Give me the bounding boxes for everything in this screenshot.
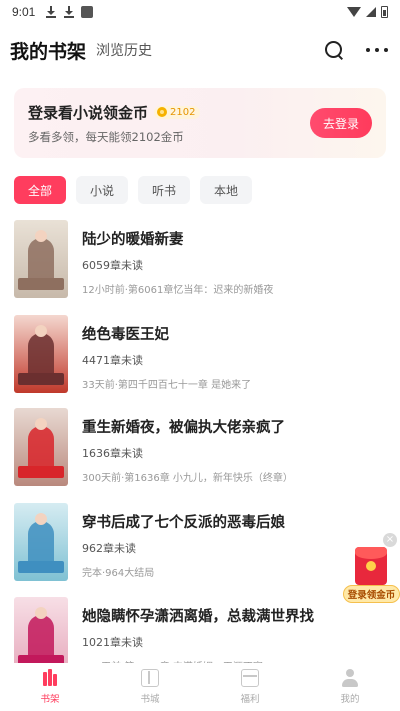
page-title: 我的书架 bbox=[10, 40, 87, 63]
search-icon[interactable] bbox=[324, 40, 344, 60]
book-latest: 12小时前·第6061章忆当年：迟来的新婚夜 bbox=[82, 285, 274, 296]
nav-label: 福利 bbox=[240, 694, 260, 705]
nav-label: 书城 bbox=[140, 694, 160, 705]
book-icon bbox=[141, 669, 159, 687]
book-latest: 完本·964大结局 bbox=[82, 568, 155, 579]
banner-title-row: 登录看小说领金币 2102 bbox=[28, 102, 310, 123]
book-unread: 6059章未读 bbox=[82, 259, 143, 272]
book-title: 穿书后成了七个反派的恶毒后娘 bbox=[82, 515, 285, 531]
user-icon bbox=[341, 669, 359, 687]
tab-audiobook[interactable]: 听书 bbox=[138, 176, 190, 204]
tab-all[interactable]: 全部 bbox=[14, 176, 66, 204]
book-unread: 1021章未读 bbox=[82, 636, 143, 649]
more-icon[interactable] bbox=[366, 40, 388, 60]
coin-icon bbox=[157, 107, 168, 117]
nav-label: 我的 bbox=[340, 694, 360, 705]
wifi-icon bbox=[347, 7, 361, 17]
header: 我的书架 浏览历史 bbox=[0, 30, 400, 70]
book-info: 重生新婚夜，被偏执大佬亲疯了 1636章未读 300天前·第1636章 小九儿，… bbox=[82, 408, 386, 488]
book-title: 绝色毒医王妃 bbox=[82, 327, 169, 343]
bottom-nav: 书架 书城 福利 我的 bbox=[0, 663, 400, 711]
nav-mine[interactable]: 我的 bbox=[300, 663, 400, 711]
status-time: 9:01 bbox=[12, 5, 36, 19]
banner-text: 登录看小说领金币 2102 多看多领，每天能领2102金币 bbox=[28, 102, 310, 145]
notification-icon bbox=[81, 6, 94, 18]
banner-subtitle: 多看多领，每天能领2102金币 bbox=[28, 129, 184, 144]
book-cover bbox=[14, 408, 68, 486]
status-right bbox=[347, 6, 388, 18]
coin-amount: 2102 bbox=[170, 106, 196, 118]
book-latest: 300天前·第1636章 小九儿，新年快乐（终章） bbox=[82, 473, 293, 484]
book-item[interactable]: 重生新婚夜，被偏执大佬亲疯了 1636章未读 300天前·第1636章 小九儿，… bbox=[14, 408, 386, 488]
login-button[interactable]: 去登录 bbox=[310, 108, 372, 138]
book-cover bbox=[14, 220, 68, 298]
nav-label: 书架 bbox=[40, 694, 60, 705]
red-packet-icon[interactable] bbox=[355, 547, 387, 585]
gift-icon bbox=[241, 669, 259, 687]
tab-novel[interactable]: 小说 bbox=[76, 176, 128, 204]
book-unread: 4471章未读 bbox=[82, 354, 143, 367]
download-icon bbox=[63, 6, 75, 18]
nav-bookshelf[interactable]: 书架 bbox=[0, 663, 100, 711]
coin-badge: 2102 bbox=[154, 105, 201, 119]
close-icon[interactable]: × bbox=[383, 533, 397, 547]
signal-icon bbox=[366, 7, 376, 17]
nav-welfare[interactable]: 福利 bbox=[200, 663, 300, 711]
status-bar: 9:01 bbox=[0, 0, 400, 24]
download-icon bbox=[45, 6, 57, 18]
book-unread: 1636章未读 bbox=[82, 447, 143, 460]
book-info: 陆少的暖婚新妻 6059章未读 12小时前·第6061章忆当年：迟来的新婚夜 bbox=[82, 220, 386, 300]
header-actions bbox=[324, 40, 388, 60]
book-item[interactable]: 绝色毒医王妃 4471章未读 33天前·第四千四百七十一章 是她来了 bbox=[14, 315, 386, 395]
book-info: 绝色毒医王妃 4471章未读 33天前·第四千四百七十一章 是她来了 bbox=[82, 315, 386, 395]
filter-tabs: 全部 小说 听书 本地 bbox=[14, 176, 252, 204]
book-title: 陆少的暖婚新妻 bbox=[82, 232, 184, 248]
book-cover bbox=[14, 503, 68, 581]
login-banner[interactable]: 登录看小说领金币 2102 多看多领，每天能领2102金币 去登录 bbox=[14, 88, 386, 158]
book-cover bbox=[14, 315, 68, 393]
login-reward-float[interactable]: × 登录领金币 bbox=[343, 533, 400, 605]
book-latest: 33天前·第四千四百七十一章 是她来了 bbox=[82, 380, 252, 391]
book-item[interactable]: 陆少的暖婚新妻 6059章未读 12小时前·第6061章忆当年：迟来的新婚夜 bbox=[14, 220, 386, 300]
history-link[interactable]: 浏览历史 bbox=[96, 40, 152, 60]
tab-local[interactable]: 本地 bbox=[200, 176, 252, 204]
book-unread: 962章未读 bbox=[82, 542, 136, 555]
nav-bookstore[interactable]: 书城 bbox=[100, 663, 200, 711]
bookshelf-icon bbox=[41, 669, 59, 687]
battery-icon bbox=[381, 6, 388, 18]
book-info: 穿书后成了七个反派的恶毒后娘 962章未读 完本·964大结局 bbox=[82, 503, 386, 583]
book-title: 重生新婚夜，被偏执大佬亲疯了 bbox=[82, 420, 285, 436]
banner-title: 登录看小说领金币 bbox=[28, 103, 149, 122]
book-title: 她隐瞒怀孕潇洒离婚，总裁满世界找 bbox=[82, 609, 314, 625]
float-label[interactable]: 登录领金币 bbox=[343, 585, 400, 603]
book-item[interactable]: 穿书后成了七个反派的恶毒后娘 962章未读 完本·964大结局 bbox=[14, 503, 386, 583]
